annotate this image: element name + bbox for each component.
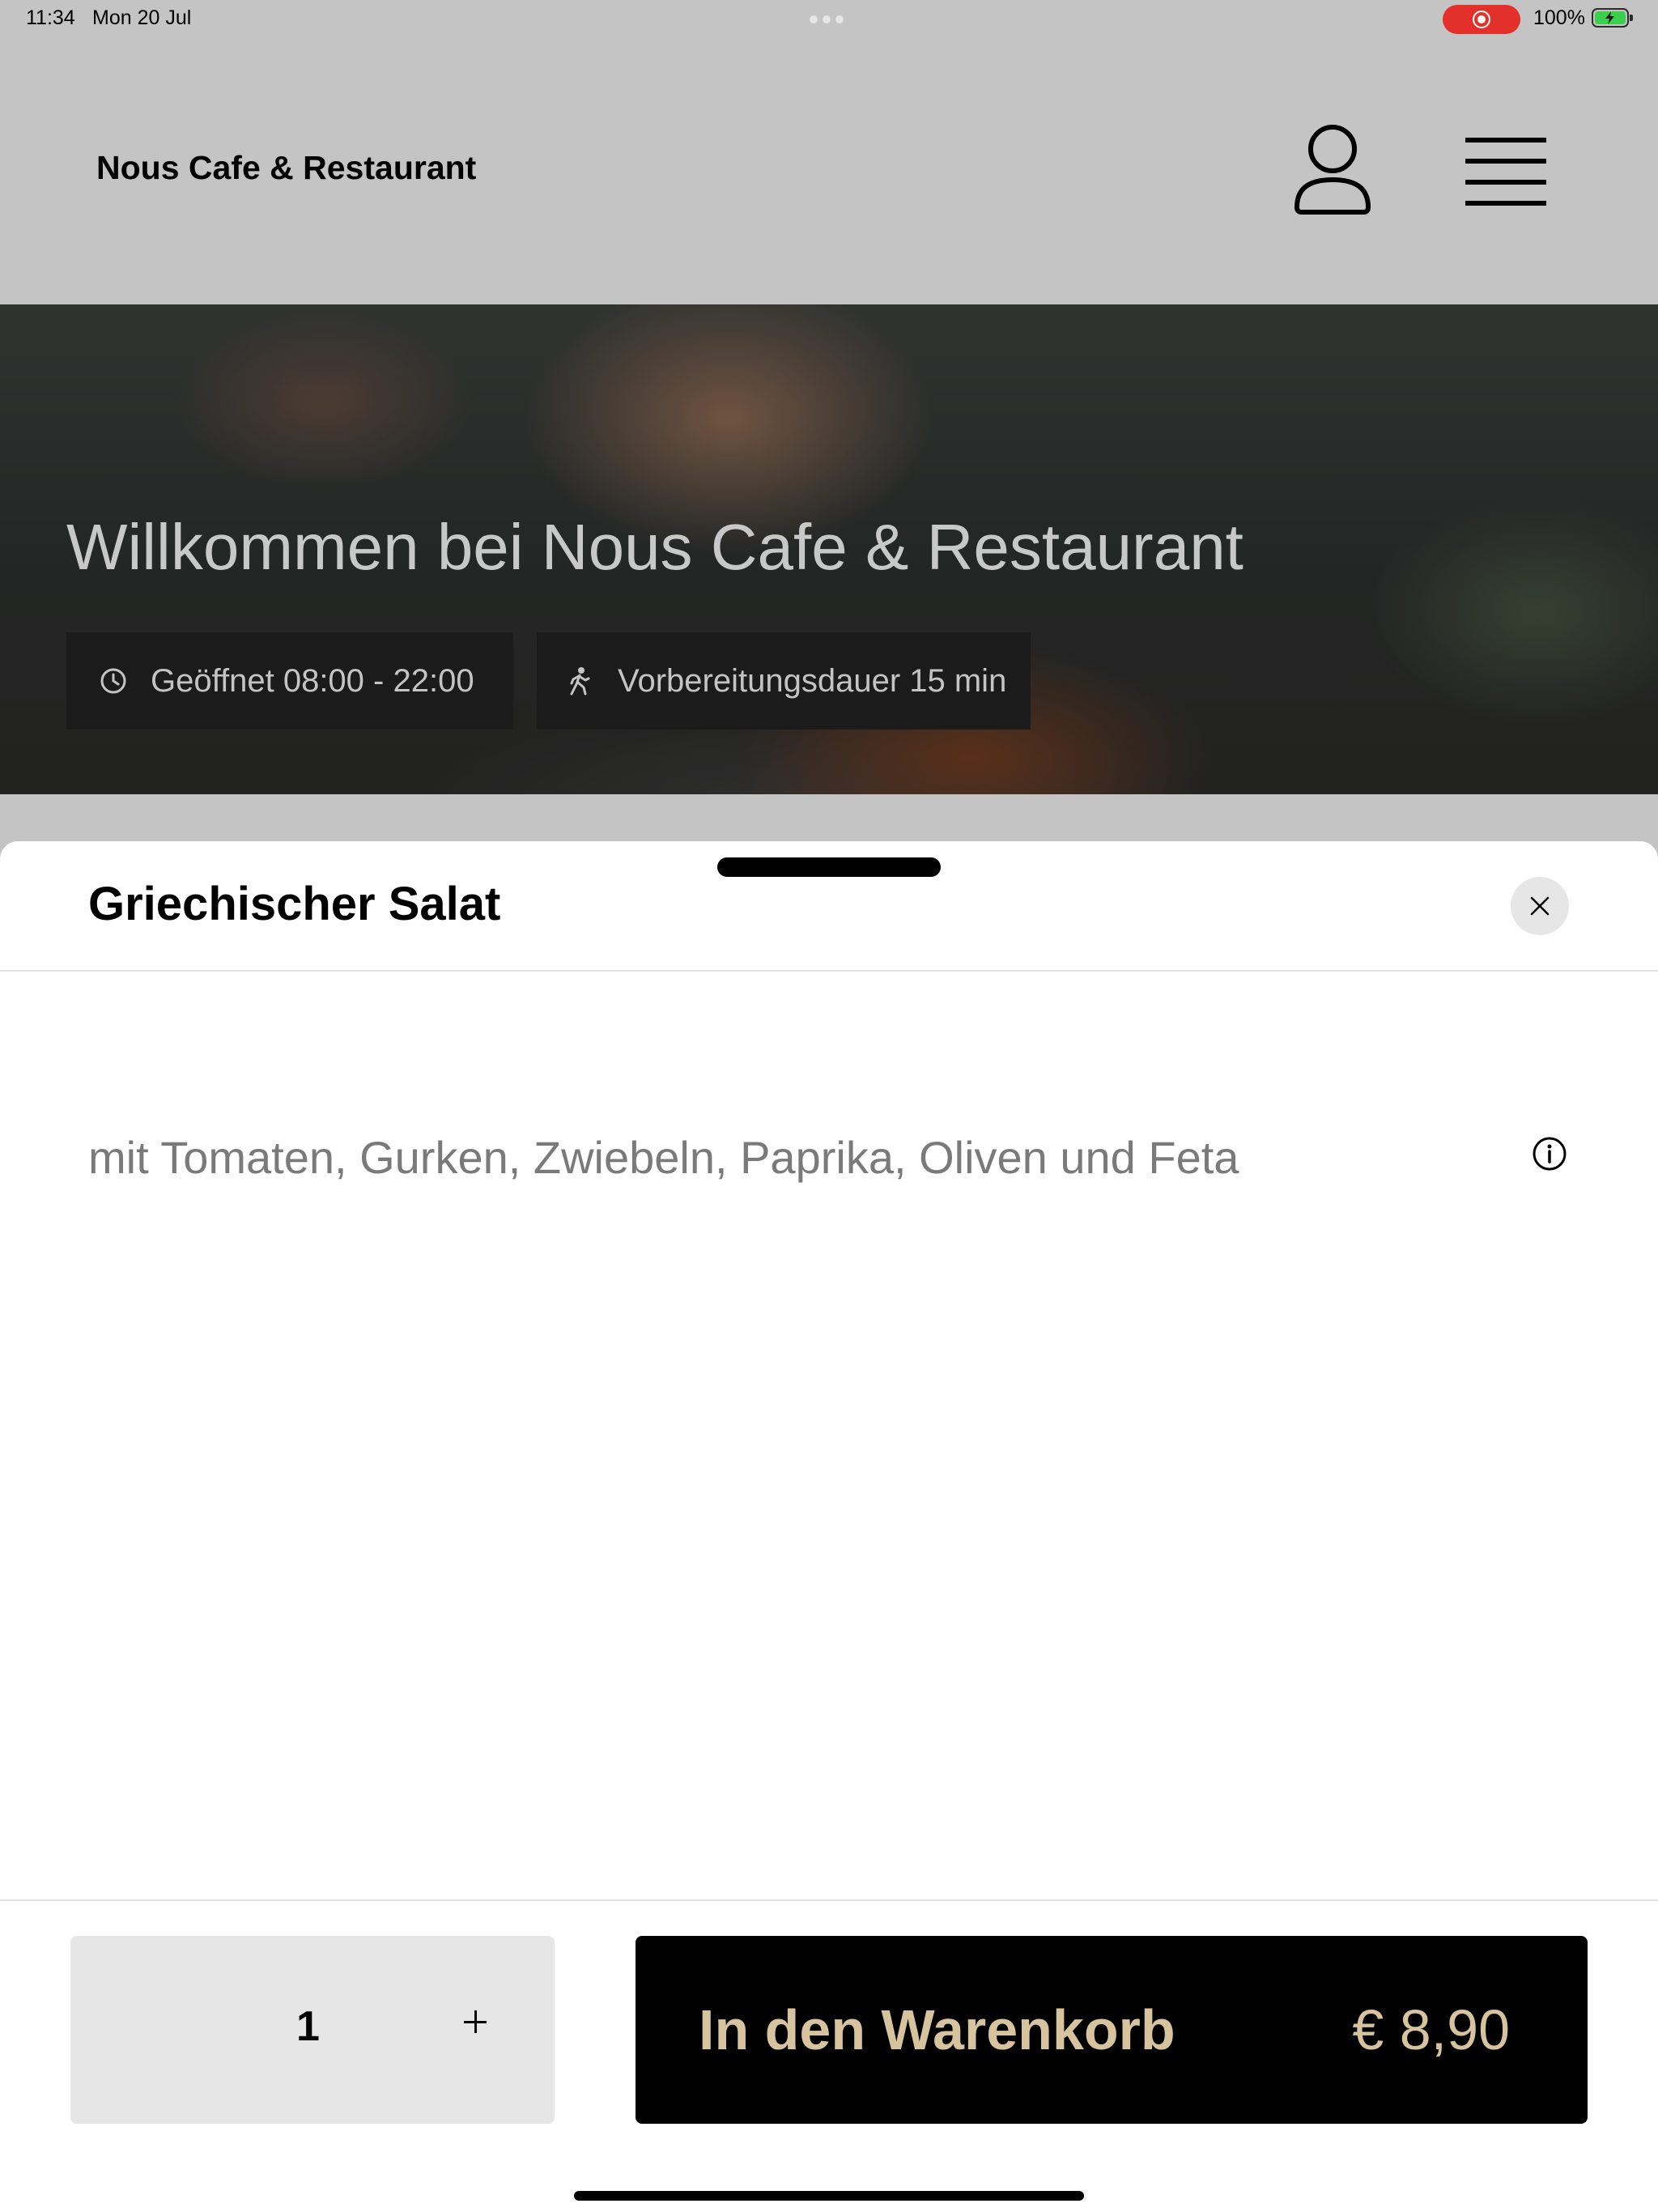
add-to-cart-button[interactable]: In den Warenkorb € 8,90 — [636, 1936, 1588, 2124]
status-date: Mon 20 Jul — [92, 6, 192, 29]
clock-icon — [99, 666, 128, 704]
product-description: mit Tomaten, Gurken, Zwiebeln, Paprika, … — [88, 1132, 1239, 1183]
product-detail-sheet: Griechischer Salat mit Tomaten, Gurken, … — [0, 841, 1658, 2212]
home-indicator[interactable] — [574, 2191, 1084, 2201]
sheet-footer-divider — [0, 1899, 1658, 1901]
walking-icon — [568, 666, 592, 704]
page-background — [0, 794, 1658, 841]
hero-banner: Willkommen bei Nous Cafe & Restaurant Ge… — [0, 304, 1658, 794]
app-header: Nous Cafe & Restaurant — [0, 39, 1658, 304]
sheet-header-divider — [0, 970, 1658, 972]
info-icon[interactable] — [1532, 1136, 1567, 1172]
prep-time-text: Vorbereitungsdauer 15 min — [618, 663, 1007, 699]
add-to-cart-label: In den Warenkorb — [699, 1998, 1175, 2061]
close-icon[interactable] — [1511, 877, 1569, 935]
sheet-grabber[interactable] — [717, 857, 941, 877]
status-bar: 11:34 Mon 20 Jul 100% — [0, 0, 1658, 39]
quantity-stepper: 1 — [70, 1936, 555, 2124]
prep-time-badge: Vorbereitungsdauer 15 min — [537, 632, 1031, 730]
battery-icon — [1592, 8, 1633, 28]
opening-hours-badge: Geöffnet 08:00 - 22:00 — [66, 632, 513, 730]
status-time: 11:34 — [26, 6, 75, 29]
opening-hours-text: Geöffnet 08:00 - 22:00 — [151, 663, 474, 699]
hamburger-menu-icon[interactable] — [1465, 136, 1546, 206]
hero-title: Willkommen bei Nous Cafe & Restaurant — [66, 511, 1244, 583]
screen-recording-icon[interactable] — [1443, 5, 1520, 34]
product-price: € 8,90 — [1352, 1998, 1510, 2061]
restaurant-name: Nous Cafe & Restaurant — [96, 149, 477, 186]
multitasking-dots-icon[interactable] — [810, 13, 848, 23]
quantity-increase-button[interactable] — [449, 1996, 501, 2048]
battery-percentage: 100% — [1533, 6, 1585, 29]
user-icon[interactable] — [1292, 123, 1373, 217]
product-title: Griechischer Salat — [88, 878, 501, 930]
quantity-value: 1 — [296, 2003, 320, 2050]
